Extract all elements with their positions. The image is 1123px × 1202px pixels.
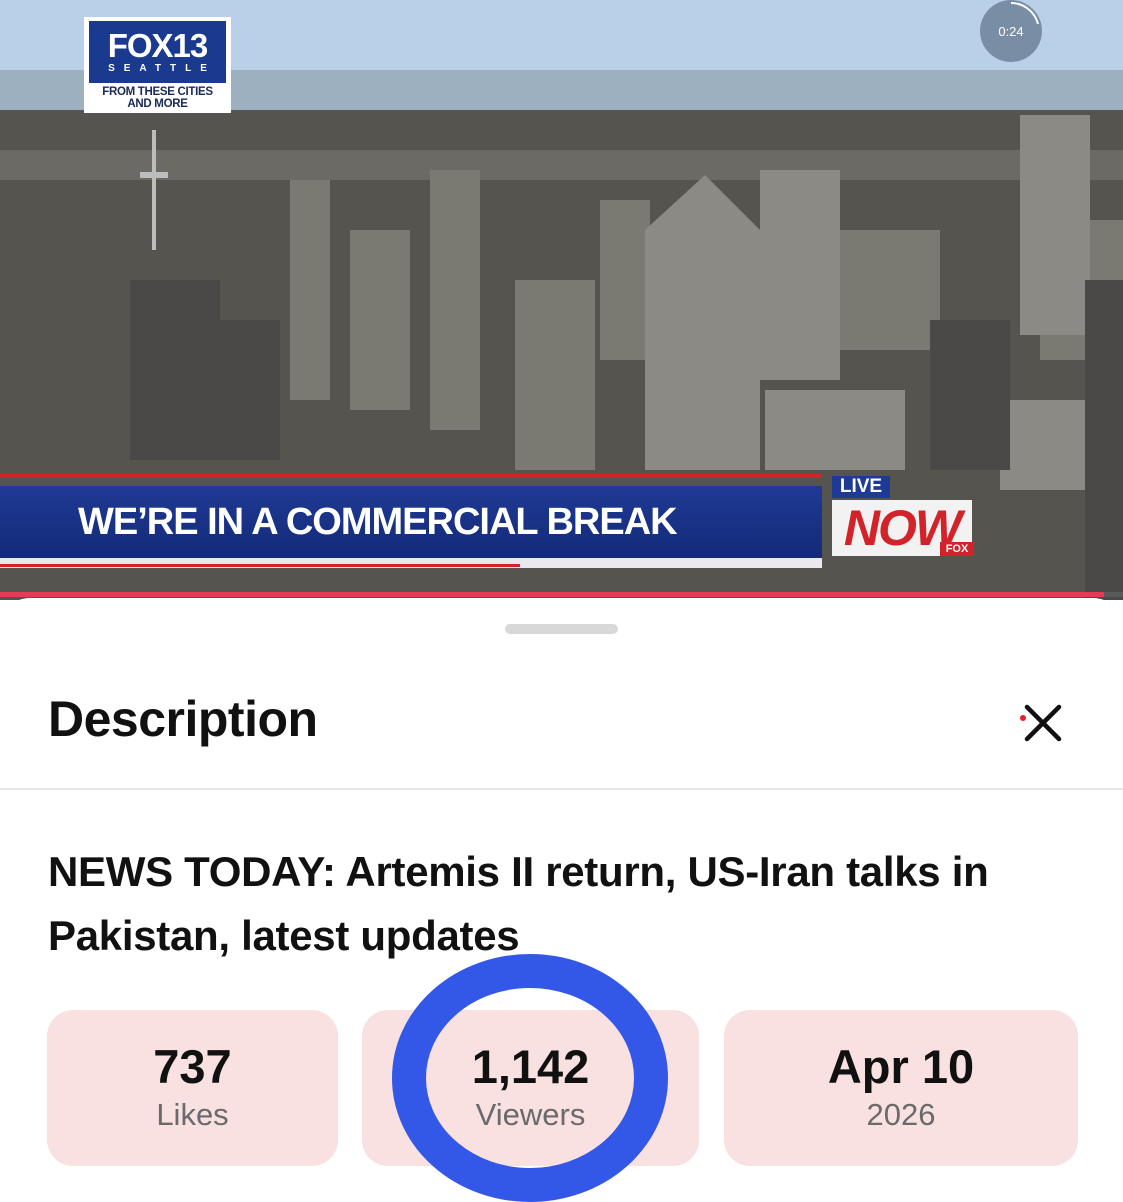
close-button[interactable]	[1014, 696, 1068, 750]
viewers-label: Viewers	[475, 1097, 586, 1132]
likes-label: Likes	[156, 1097, 229, 1132]
fox-label: FOX	[940, 542, 974, 556]
live-label: LIVE	[832, 476, 890, 498]
livenow-logo: LIVE NOW FOX	[830, 476, 976, 558]
logo-brand: FOX13	[107, 27, 209, 64]
close-icon	[1020, 704, 1062, 742]
video-player[interactable]: FOX13 SEATTLE FROM THESE CITIES AND MORE…	[0, 0, 1123, 600]
banner-text: WE’RE IN A COMMERCIAL BREAK	[78, 500, 678, 543]
banner-bottom-accent	[0, 564, 520, 567]
viewers-stat-card: 1,142 Viewers	[362, 1010, 699, 1166]
header-divider	[0, 788, 1123, 790]
video-title: NEWS TODAY: Artemis II return, US-Iran t…	[48, 848, 989, 959]
fox13-logo: FOX13 SEATTLE FROM THESE CITIES AND MORE	[84, 17, 231, 113]
year-label: 2026	[866, 1097, 936, 1132]
likes-count: 737	[153, 1040, 232, 1093]
likes-stat-card: 737 Likes	[47, 1010, 338, 1166]
logo-city: SEATTLE	[108, 63, 216, 74]
date-stat-card: Apr 10 2026	[724, 1010, 1078, 1166]
viewers-count: 1,142	[471, 1040, 590, 1093]
sheet-title: Description	[48, 691, 318, 747]
date-value: Apr 10	[827, 1040, 975, 1093]
countdown-timer: 0:24	[980, 0, 1042, 62]
description-sheet: Description NEWS TODAY: Artemis II retur…	[0, 598, 1123, 1202]
commercial-break-banner: WE’RE IN A COMMERCIAL BREAK	[0, 486, 822, 558]
progress-fill	[0, 592, 1104, 597]
logo-tagline: FROM THESE CITIES AND MORE	[102, 86, 213, 110]
banner-accent-line	[0, 474, 822, 478]
drag-handle[interactable]	[505, 624, 618, 634]
playback-progress-bar[interactable]	[0, 592, 1123, 597]
timer-text: 0:24	[998, 23, 1024, 39]
